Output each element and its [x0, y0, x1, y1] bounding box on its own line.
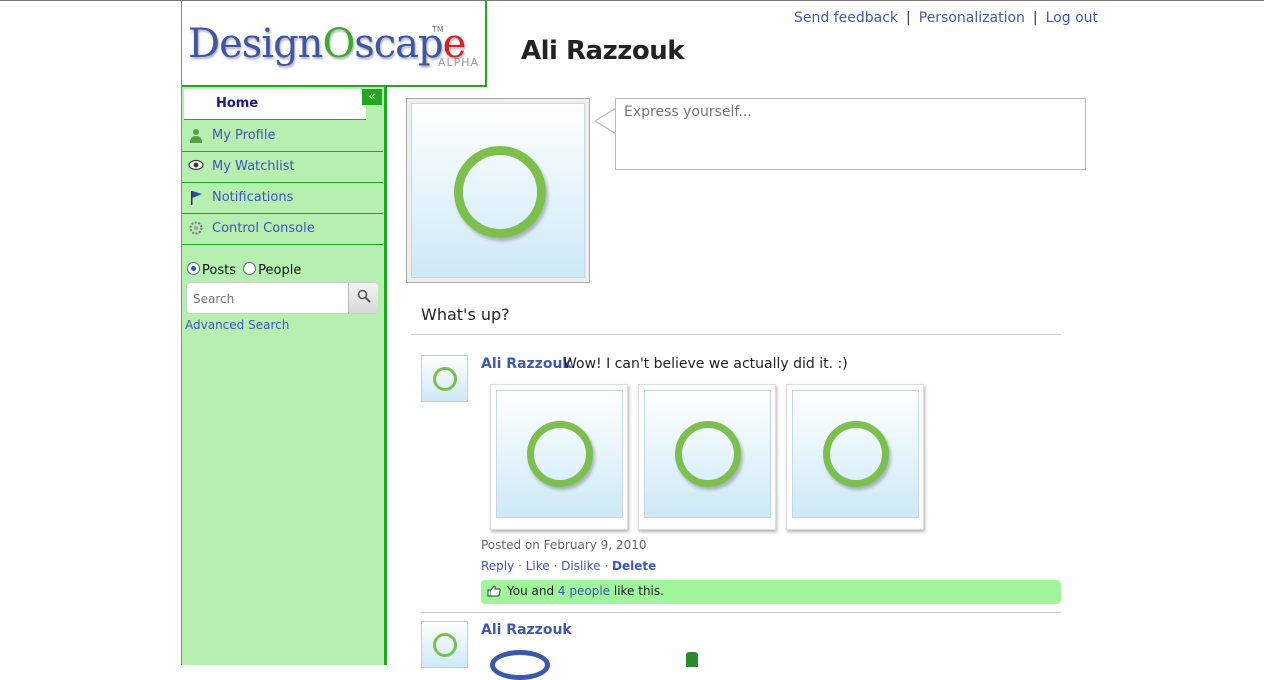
- post-image-partial: [490, 650, 550, 680]
- sidebar-item-my-watchlist[interactable]: My Watchlist: [182, 152, 383, 183]
- photo-image: [496, 390, 623, 518]
- personalization-link[interactable]: Personalization: [919, 10, 1025, 26]
- sidebar-item-home[interactable]: Home: [184, 89, 366, 120]
- logo-text: DesignOscape: [188, 21, 466, 67]
- logo-alpha-tag: ALPHA: [438, 56, 480, 69]
- send-feedback-link[interactable]: Send feedback: [794, 10, 898, 26]
- logo-o-icon: [433, 367, 457, 391]
- photo-image: [792, 390, 919, 518]
- search-icon: [357, 289, 371, 307]
- gear-icon: [188, 221, 204, 237]
- avatar-image: [411, 103, 585, 278]
- post-actions: Reply · Like · Dislike · Delete: [481, 559, 656, 573]
- reply-link[interactable]: Reply: [481, 559, 514, 573]
- likes-bar: You and 4 people like this.: [481, 580, 1061, 604]
- feed-heading: What's up?: [421, 305, 510, 324]
- flag-icon: [188, 190, 204, 206]
- collapse-sidebar-button[interactable]: «: [362, 89, 382, 105]
- separator: |: [906, 10, 911, 26]
- logo-o-icon: [823, 421, 889, 487]
- logout-link[interactable]: Log out: [1046, 10, 1098, 26]
- logo-o-icon: [454, 146, 546, 238]
- post-photo[interactable]: [786, 384, 924, 530]
- like-link[interactable]: Like: [526, 559, 550, 573]
- header-links: Send feedback | Personalization | Log out: [794, 10, 1098, 26]
- post-date: Posted on February 9, 2010: [481, 538, 647, 552]
- logo-o-icon: [433, 633, 457, 657]
- post-photo[interactable]: [490, 384, 628, 530]
- separator: ·: [604, 559, 609, 573]
- sidebar-item-label: Notifications: [212, 190, 294, 205]
- separator: |: [1032, 10, 1038, 26]
- eye-icon: [188, 159, 204, 175]
- post-photo[interactable]: [638, 384, 776, 530]
- logo-o-icon: [527, 421, 593, 487]
- sidebar-item-label: Home: [216, 96, 259, 111]
- radio-people[interactable]: [243, 262, 257, 275]
- profile-avatar[interactable]: [406, 98, 590, 283]
- search-box: [186, 282, 378, 314]
- advanced-search-link[interactable]: Advanced Search: [185, 318, 289, 332]
- logo-trademark: TM: [432, 25, 444, 34]
- sidebar-item-label: My Profile: [212, 128, 276, 143]
- profile-icon: [188, 128, 204, 144]
- logo-o-icon: [675, 421, 741, 487]
- radio-people-label: People: [258, 263, 302, 278]
- post-avatar[interactable]: [421, 355, 468, 402]
- search-input[interactable]: [191, 287, 345, 311]
- divider: [411, 334, 1061, 335]
- radio-posts-label: Posts: [202, 263, 236, 278]
- logo[interactable]: DesignOscape TM ALPHA: [181, 1, 487, 87]
- status-input[interactable]: [622, 103, 1076, 121]
- sidebar-item-my-profile[interactable]: My Profile: [182, 121, 383, 152]
- post-author[interactable]: Ali Razzouk: [481, 622, 572, 638]
- sidebar-item-label: My Watchlist: [212, 159, 295, 174]
- likes-text: You and 4 people like this.: [507, 584, 664, 598]
- separator: ·: [553, 559, 558, 573]
- search-scope: Posts People: [187, 262, 301, 278]
- post-text: Wow! I can't believe we actually did it.…: [563, 356, 848, 372]
- thumbs-up-icon: [487, 585, 501, 600]
- delete-link[interactable]: Delete: [612, 559, 656, 573]
- post-avatar[interactable]: [421, 621, 468, 668]
- status-box: [615, 98, 1086, 170]
- divider: [421, 612, 1061, 613]
- sidebar-item-control-console[interactable]: Control Console: [182, 214, 383, 245]
- sidebar-item-notifications[interactable]: Notifications: [182, 183, 383, 214]
- search-button[interactable]: [348, 283, 378, 313]
- likers-link[interactable]: 4 people: [558, 584, 610, 598]
- dislike-link[interactable]: Dislike: [561, 559, 600, 573]
- radio-posts[interactable]: [187, 262, 200, 275]
- speech-arrow-fill: [596, 109, 616, 133]
- sidebar-item-label: Control Console: [212, 221, 315, 236]
- post-author[interactable]: Ali Razzouk: [481, 356, 572, 372]
- separator: ·: [518, 559, 522, 573]
- photo-image: [644, 390, 771, 518]
- page-title: Ali Razzouk: [521, 36, 685, 66]
